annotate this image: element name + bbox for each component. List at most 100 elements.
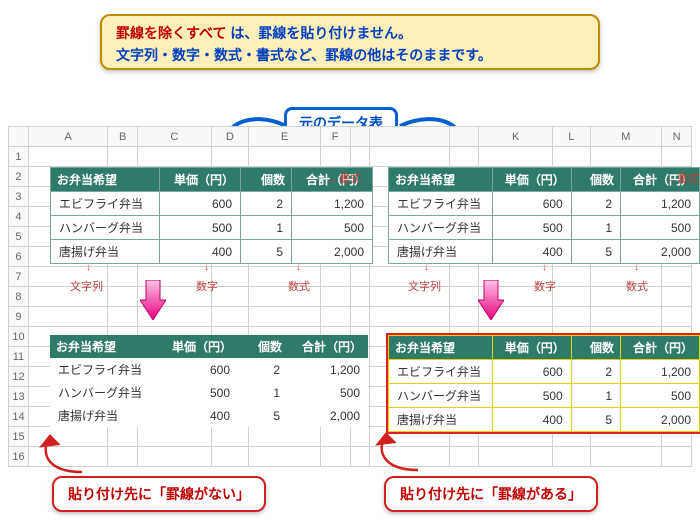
row-header: 8 xyxy=(9,287,29,307)
grid-cell xyxy=(108,147,138,167)
cell: 2 xyxy=(571,192,620,216)
hdr-price: 単価（円） xyxy=(492,168,571,192)
explanation-line1: 罫線を除くすべて は、罫線を貼り付けません。 xyxy=(116,22,584,44)
row-header: 6 xyxy=(9,247,29,267)
cell: 600 xyxy=(492,360,571,384)
grid-cell xyxy=(211,447,249,467)
grid-cell xyxy=(350,427,370,447)
grid-cell xyxy=(350,447,370,467)
column-header-row: A B C D E F K L M N xyxy=(9,127,692,147)
row-header: 15 xyxy=(9,427,29,447)
format-annotation-left: ←書式 xyxy=(328,170,361,186)
row-header: 1 xyxy=(9,147,29,167)
cell: 1 xyxy=(241,216,292,240)
cell: 400 xyxy=(158,404,238,427)
row-header: 13 xyxy=(9,387,29,407)
row-header: 11 xyxy=(9,347,29,367)
grid-cell xyxy=(108,267,138,287)
grid-cell xyxy=(138,147,211,167)
grid-row: 1 xyxy=(9,147,692,167)
grid-cell xyxy=(320,287,350,307)
cell: 600 xyxy=(160,192,241,216)
row-header: 16 xyxy=(9,447,29,467)
dtype-text-left: 文字列 xyxy=(70,278,103,294)
cell: 2,000 xyxy=(621,240,700,264)
cell: 1,200 xyxy=(292,192,373,216)
grid-row: 7 xyxy=(9,267,692,287)
col-header: B xyxy=(108,127,138,147)
dtype-num-left: 数字 xyxy=(196,278,218,294)
cell: 2,000 xyxy=(292,240,373,264)
grid-cell xyxy=(590,307,661,327)
grid-cell xyxy=(662,447,692,467)
cell: ハンバーグ弁当 xyxy=(389,384,493,408)
grid-cell xyxy=(320,267,350,287)
grid-cell xyxy=(449,307,479,327)
col-header: E xyxy=(249,127,320,147)
source-table-left: お弁当希望 単価（円） 個数 合計（円） エビフライ弁当60021,200 ハン… xyxy=(50,167,373,264)
grid-cell xyxy=(320,147,350,167)
grid-cell xyxy=(211,307,249,327)
row-header: 12 xyxy=(9,367,29,387)
row-header: 10 xyxy=(9,327,29,347)
grid-cell xyxy=(211,147,249,167)
col-header: F xyxy=(320,127,350,147)
row-header: 14 xyxy=(9,407,29,427)
cell: 唐揚げ弁当 xyxy=(389,240,493,264)
grid-cell xyxy=(249,147,320,167)
cell: 2 xyxy=(571,360,620,384)
tick-icon: ↓ xyxy=(204,262,209,273)
cell: 2 xyxy=(238,358,288,381)
grid-cell xyxy=(28,147,107,167)
cell: 500 xyxy=(160,216,241,240)
explanation-emphasis: 罫線を除くすべて xyxy=(116,25,226,41)
hdr-total: 合計（円） xyxy=(288,335,368,358)
grid-cell xyxy=(108,447,138,467)
hdr-name: お弁当希望 xyxy=(389,168,493,192)
grid-cell xyxy=(590,147,661,167)
col-header: C xyxy=(138,127,211,147)
grid-cell xyxy=(138,447,211,467)
col-header: A xyxy=(28,127,107,147)
cell: ハンバーグ弁当 xyxy=(51,216,160,240)
cell: 1,200 xyxy=(621,360,700,384)
grid-cell xyxy=(479,147,552,167)
grid-cell xyxy=(320,447,350,467)
cell: 5 xyxy=(571,240,620,264)
col-header xyxy=(350,127,370,147)
format-annotation-right: ←書式 xyxy=(666,170,699,186)
grid-cell xyxy=(108,287,138,307)
col-header xyxy=(449,127,479,147)
cell: 唐揚げ弁当 xyxy=(50,404,158,427)
cell: ハンバーグ弁当 xyxy=(50,381,158,404)
dtype-formula-right: 数式 xyxy=(626,278,648,294)
cell: 1,200 xyxy=(621,192,700,216)
col-header: M xyxy=(590,127,661,147)
grid-cell xyxy=(28,307,107,327)
grid-row: 8 xyxy=(9,287,692,307)
cell: 500 xyxy=(621,216,700,240)
grid-cell xyxy=(320,307,350,327)
col-header: L xyxy=(552,127,590,147)
cell: 1 xyxy=(571,384,620,408)
dtype-num-right: 数字 xyxy=(534,278,556,294)
grid-cell xyxy=(449,287,479,307)
hdr-qty: 個数 xyxy=(241,168,292,192)
cell: 5 xyxy=(571,408,620,432)
cell: エビフライ弁当 xyxy=(51,192,160,216)
tick-icon: ↓ xyxy=(542,262,547,273)
cell: 1 xyxy=(238,381,288,404)
grid-cell xyxy=(662,147,692,167)
grid-cell xyxy=(211,427,249,447)
red-hook-arrow-icon xyxy=(372,430,432,472)
row-header: 9 xyxy=(9,307,29,327)
badge-has-borders: 貼り付け先に「罫線がある」 xyxy=(384,476,598,512)
col-header xyxy=(370,127,449,147)
grid-cell xyxy=(662,307,692,327)
row-header: 7 xyxy=(9,267,29,287)
explanation-line2: 文字列・数字・数式・書式など、罫線の他はそのままです。 xyxy=(116,44,584,66)
cell: 1 xyxy=(571,216,620,240)
grid-cell xyxy=(590,447,661,467)
row-header: 2 xyxy=(9,167,29,187)
hdr-price: 単価（円） xyxy=(158,335,238,358)
